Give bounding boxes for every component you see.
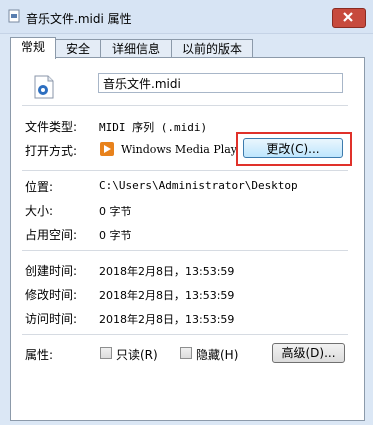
- divider: [22, 250, 348, 251]
- hidden-label[interactable]: 隐藏(H): [196, 346, 238, 363]
- divider: [22, 170, 348, 171]
- accessed-value: 2018年2月8日，13:53:59: [99, 313, 235, 326]
- location-value: C:\Users\Administrator\Desktop: [99, 179, 298, 192]
- size-on-disk-value: 0 字节: [99, 229, 132, 242]
- created-value: 2018年2月8日，13:53:59: [99, 265, 235, 278]
- size-on-disk-label: 占用空间:: [25, 228, 78, 242]
- size-value: 0 字节: [99, 205, 132, 218]
- file-properties-icon: [7, 9, 21, 23]
- tab-details[interactable]: 详细信息: [100, 39, 172, 58]
- tab-security[interactable]: 安全: [55, 39, 101, 58]
- readonly-label[interactable]: 只读(R): [116, 346, 158, 363]
- opens-with-app: Windows Media Player: [121, 143, 237, 156]
- close-icon: [343, 12, 353, 22]
- change-button[interactable]: 更改(C)...: [243, 138, 343, 158]
- size-label: 大小:: [25, 204, 54, 218]
- readonly-checkbox[interactable]: [100, 347, 112, 359]
- properties-window: 音乐文件.midi 属性 常规 安全 详细信息 以前的版本 音乐文件.midi …: [0, 0, 373, 425]
- midi-file-icon: [33, 75, 55, 99]
- windows-media-player-icon: [100, 142, 114, 156]
- divider: [22, 334, 348, 335]
- hidden-checkbox[interactable]: [180, 347, 192, 359]
- tab-general[interactable]: 常规: [10, 37, 56, 59]
- divider: [22, 105, 348, 106]
- advanced-button[interactable]: 高级(D)...: [272, 343, 345, 363]
- window-title: 音乐文件.midi 属性: [26, 12, 132, 26]
- tab-previous-versions[interactable]: 以前的版本: [171, 39, 253, 58]
- accessed-label: 访问时间:: [25, 312, 78, 326]
- location-label: 位置:: [25, 180, 54, 194]
- file-type-label: 文件类型:: [25, 120, 78, 134]
- title-bar[interactable]: 音乐文件.midi 属性: [0, 0, 373, 34]
- file-type-value: MIDI 序列 (.midi): [99, 121, 208, 134]
- modified-value: 2018年2月8日，13:53:59: [99, 289, 235, 302]
- opens-with-label: 打开方式:: [25, 144, 78, 158]
- modified-label: 修改时间:: [25, 288, 78, 302]
- close-button[interactable]: [332, 8, 366, 28]
- attributes-label: 属性:: [25, 348, 54, 362]
- created-label: 创建时间:: [25, 264, 78, 278]
- file-name-field[interactable]: 音乐文件.midi: [98, 73, 343, 93]
